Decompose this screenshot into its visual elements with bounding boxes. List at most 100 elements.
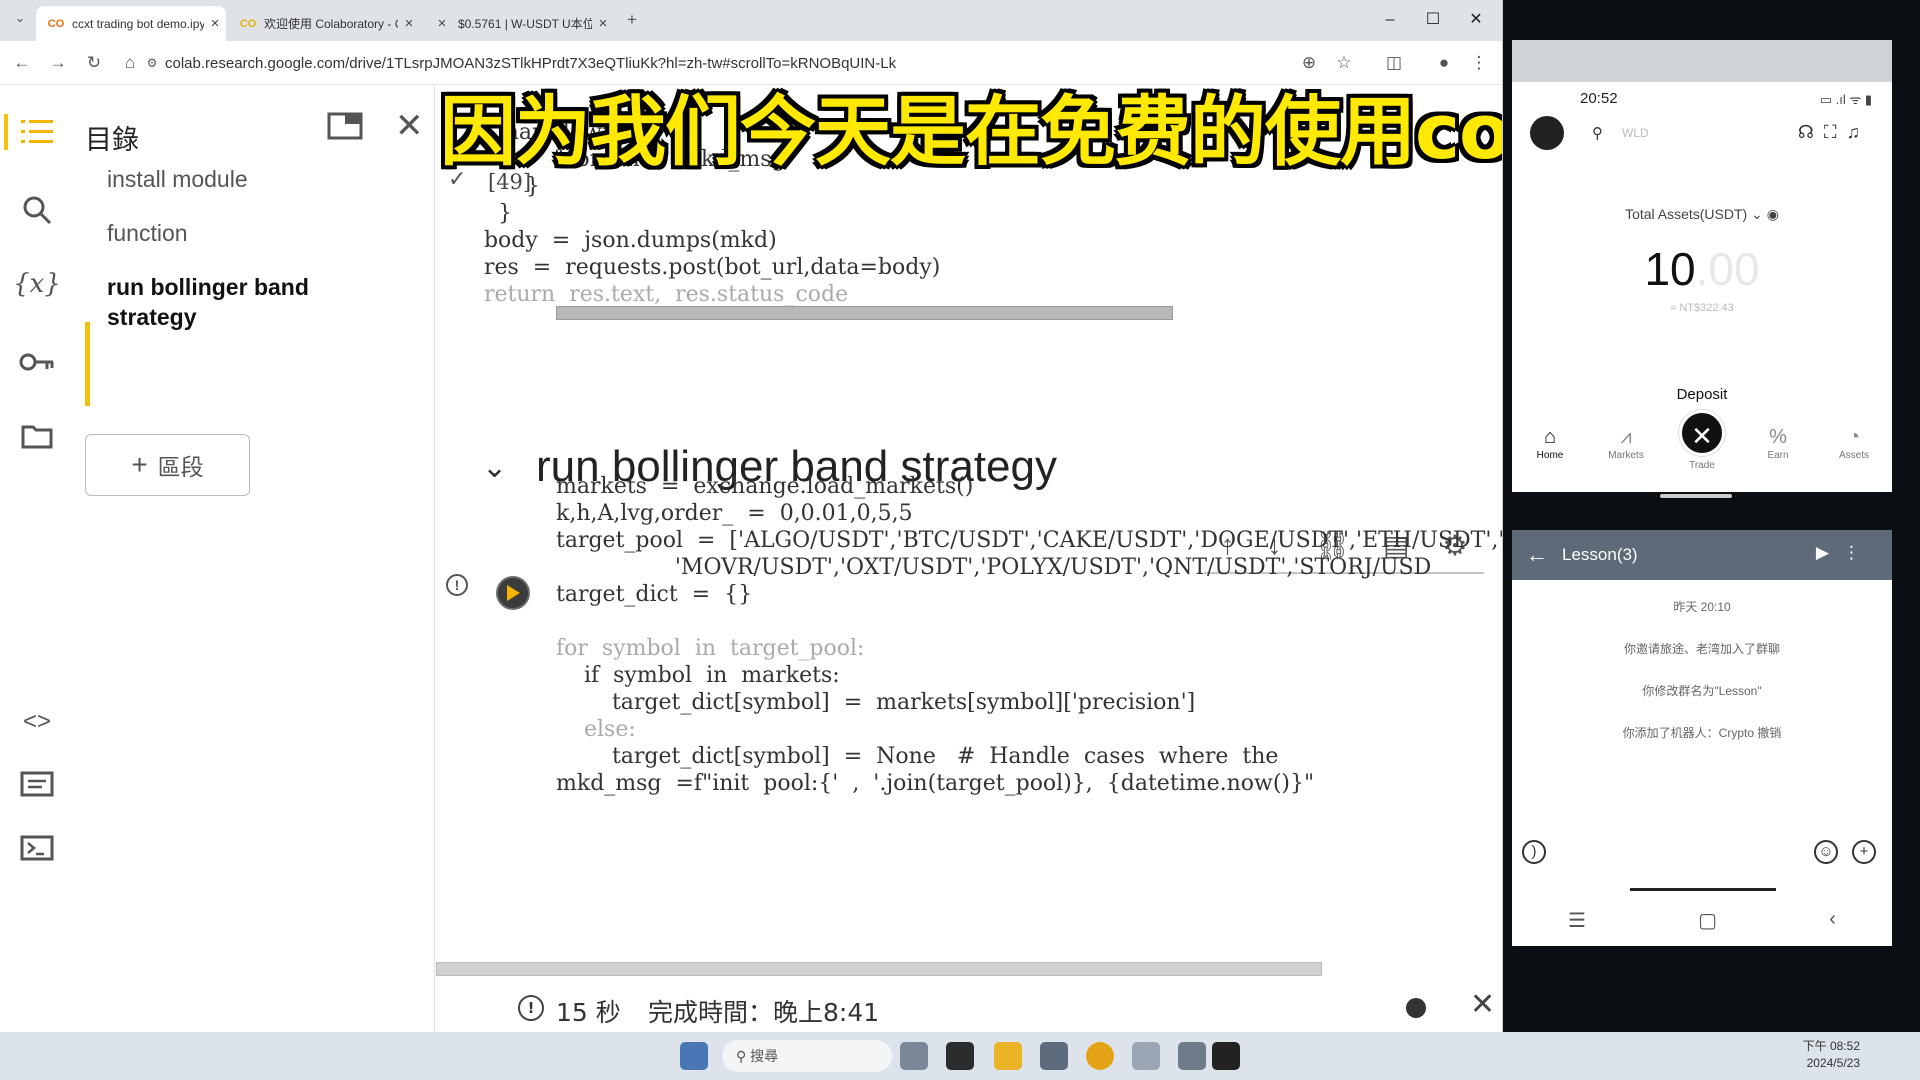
back-icon[interactable]: ← [8, 49, 36, 77]
run-cell-button[interactable] [496, 576, 530, 610]
phone-chat-app: ← Lesson(3) ▶⋮ 昨天 20:10 你邀请旅途、老湾加入了群聊 你修… [1512, 530, 1892, 946]
add-section-label: 區段 [157, 454, 204, 480]
back-chevron-icon[interactable]: ‹ [1829, 908, 1836, 933]
phone-header-icons[interactable]: ☊⛶♫ [1798, 122, 1870, 143]
taskbar-search[interactable]: ⚲ 搜尋 [722, 1040, 892, 1072]
collapse-section-chevron-icon[interactable]: ⌄ [482, 450, 507, 485]
status-bar: ! 15 秒 完成時間：晚上8:41 ✕ [436, 984, 1502, 1032]
mail-icon[interactable] [1040, 1042, 1068, 1070]
forward-icon[interactable]: → [44, 49, 72, 77]
toc-item-install-module[interactable]: install module [107, 166, 248, 193]
nav-earn[interactable]: % Earn [1748, 412, 1808, 482]
code-line: target_dict[symbol] = None # Handle case… [556, 744, 1279, 769]
code-line: if symbol in markets: [556, 663, 840, 688]
code-line: markets = exchange.load_markets() [556, 474, 974, 499]
terminal-icon[interactable] [17, 828, 57, 868]
total-assets-label[interactable]: Total Assets(USDT) ⌄ ◉ [1512, 206, 1892, 223]
command-palette-icon[interactable] [17, 764, 57, 804]
horizontal-scrollbar[interactable] [436, 962, 1322, 976]
phone-bottom-nav: ⌂ Home ⩘ Markets ✕ Trade % Earn ◔ Assets [1512, 410, 1892, 482]
runtime-status-dot [1406, 998, 1426, 1018]
warning-icon[interactable]: ! [446, 574, 468, 596]
nav-assets[interactable]: ◔ Assets [1824, 412, 1884, 482]
chat-header-icons[interactable]: ▶⋮ [1816, 543, 1874, 563]
back-arrow-icon[interactable]: ← [1526, 542, 1548, 568]
tab-list-chevron-icon[interactable]: ⌄ [6, 4, 34, 32]
deposit-button[interactable]: Deposit [1512, 386, 1892, 403]
folder-icon[interactable] [17, 416, 57, 456]
search-icon[interactable] [17, 190, 57, 230]
variables-icon[interactable]: {x} [13, 264, 61, 304]
windows-taskbar: ⚲ 搜尋 下午 08:52 2024/5/23 [0, 1032, 1920, 1080]
avatar[interactable] [1530, 116, 1564, 150]
search-icon[interactable]: ⚲ [1592, 124, 1603, 142]
android-nav: ☰ ▢ ‹ [1512, 908, 1892, 933]
nav-markets[interactable]: ⩘ Markets [1596, 412, 1656, 482]
open-in-tab-icon[interactable] [327, 112, 363, 148]
code-snippets-icon[interactable]: <> [17, 702, 57, 742]
attach-plus-icon[interactable]: + [1852, 840, 1876, 864]
nav-trade[interactable]: ✕ Trade [1672, 410, 1732, 482]
chat-header: ← Lesson(3) ▶⋮ [1512, 530, 1892, 580]
tab-bar: ⌄ CO ccxt trading bot demo.ipynb × CO 欢迎… [0, 0, 1502, 41]
table-of-contents-icon[interactable] [4, 112, 57, 152]
phone-status-icons: ▭ .ıl ᯤ ▮ [1819, 92, 1872, 107]
balance-value: 10.00 [1512, 242, 1892, 296]
tab-colab-welcome[interactable]: CO 欢迎使用 Colaboratory - Colab × [228, 6, 420, 41]
file-explorer-icon[interactable] [994, 1042, 1022, 1070]
code-line: else: [556, 717, 636, 742]
tab-title: 欢迎使用 Colaboratory - Colab [264, 17, 398, 31]
tab-exchange[interactable]: ✕ $0.5761 | W-USDT U本位永续 × [422, 6, 614, 41]
minimize-button[interactable]: – [1370, 6, 1410, 34]
panel-title: 目錄 [85, 125, 139, 156]
chat-system-message: 你修改群名为"Lesson" [1642, 684, 1762, 698]
phone-link-icon[interactable] [1178, 1042, 1206, 1070]
close-status-icon[interactable]: ✕ [1470, 987, 1495, 1022]
voice-input-icon[interactable]: ) [1522, 840, 1546, 864]
home-square-icon[interactable]: ▢ [1698, 908, 1717, 933]
recents-icon[interactable]: ☰ [1568, 908, 1586, 933]
widgets-icon[interactable] [900, 1042, 928, 1070]
horizontal-scrollbar[interactable] [556, 306, 1173, 320]
clock-time: 下午 08:52 [1802, 1039, 1860, 1053]
balance-decimals: .00 [1695, 243, 1760, 295]
close-tab-icon[interactable]: × [592, 15, 614, 32]
chat-system-message: 你添加了机器人：Crypto 撤销 [1622, 726, 1782, 740]
screen-recorder-icon[interactable] [1212, 1042, 1240, 1070]
add-section-button[interactable]: + 區段 [85, 434, 250, 496]
close-window-button[interactable]: ✕ [1456, 6, 1496, 34]
close-tab-icon[interactable]: × [204, 15, 226, 32]
nav-label: Trade [1689, 460, 1715, 471]
tab-colab-notebook[interactable]: CO ccxt trading bot demo.ipynb × [36, 6, 226, 41]
pie-icon: ◔ [1847, 426, 1861, 448]
maximize-button[interactable]: ☐ [1413, 6, 1453, 34]
close-panel-icon[interactable]: ✕ [395, 106, 424, 146]
site-info-icon[interactable]: ⚙ [138, 49, 166, 77]
code-line: for symbol in target_pool: [556, 636, 865, 661]
toc-item-function[interactable]: function [107, 220, 188, 247]
emoji-icon[interactable]: ☺ [1814, 840, 1838, 864]
tab-title: $0.5761 | W-USDT U本位永续 [458, 17, 592, 31]
taskbar-clock[interactable]: 下午 08:52 2024/5/23 [1803, 1038, 1860, 1072]
chrome-icon[interactable] [1086, 1042, 1114, 1070]
home-icon: ⌂ [1543, 426, 1557, 448]
task-view-icon[interactable] [946, 1042, 974, 1070]
play-icon [507, 585, 520, 601]
phone-clock: 20:52 [1580, 90, 1618, 107]
app-icon[interactable] [1132, 1042, 1160, 1070]
close-tab-icon[interactable]: × [398, 15, 420, 32]
code-line: return res.text, res.status_code [456, 282, 849, 307]
new-tab-button[interactable]: + [618, 6, 646, 34]
search-placeholder[interactable]: WLD [1622, 126, 1649, 140]
start-menu-icon[interactable] [680, 1042, 708, 1070]
info-icon: ! [518, 995, 544, 1021]
toc-item-run-bollinger[interactable]: run bollinger band strategy [107, 272, 327, 332]
colab-logo-icon: CO [47, 17, 65, 30]
reload-icon[interactable]: ↻ [80, 49, 108, 77]
key-icon[interactable] [17, 342, 57, 382]
nav-home[interactable]: ⌂ Home [1520, 412, 1580, 482]
nav-label: Earn [1767, 450, 1789, 461]
tab-title: ccxt trading bot demo.ipynb [72, 16, 204, 31]
percent-icon: % [1769, 426, 1787, 448]
phone-handle [1660, 494, 1732, 498]
